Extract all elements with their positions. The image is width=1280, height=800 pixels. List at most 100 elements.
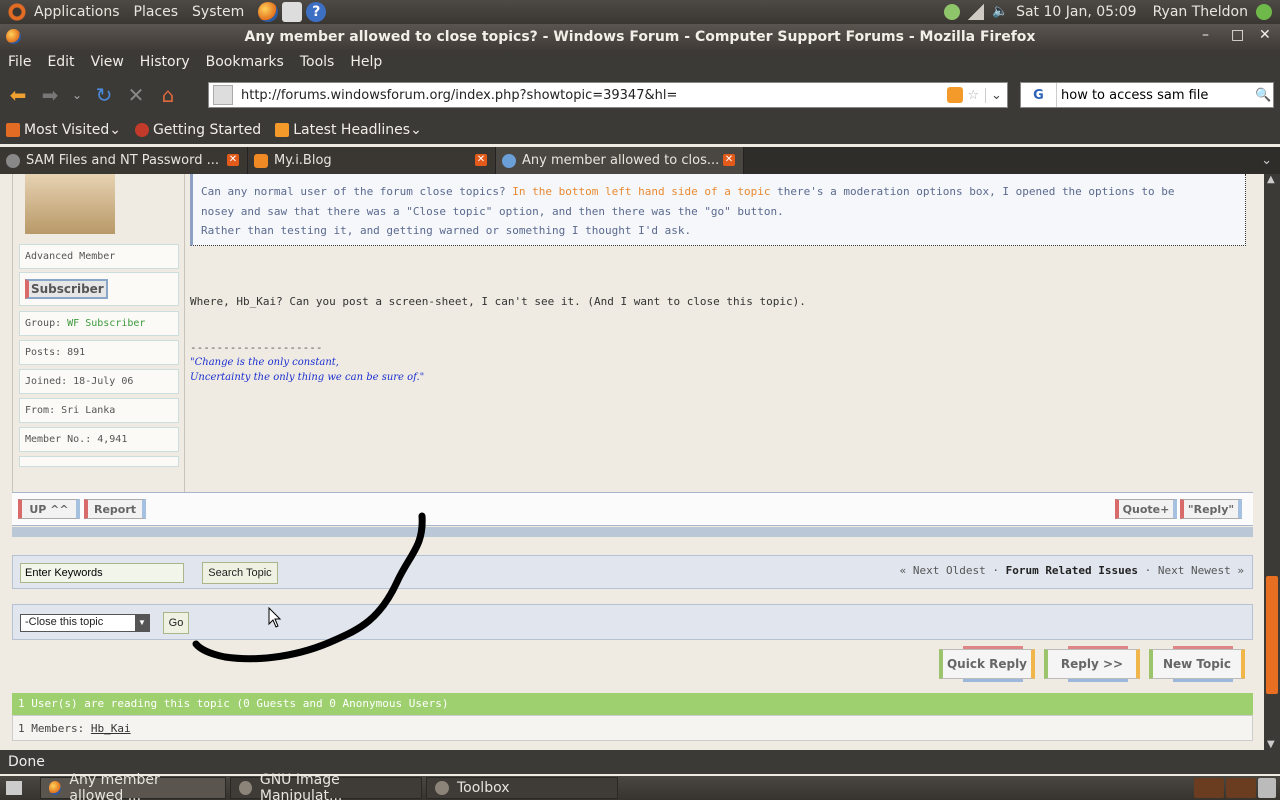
- next-newest-link[interactable]: Next Newest »: [1158, 564, 1244, 577]
- forum-link[interactable]: Forum Related Issues: [1006, 564, 1138, 577]
- url-input[interactable]: [241, 87, 948, 103]
- quote-block: Can any normal user of the forum close t…: [190, 174, 1246, 246]
- keywords-input[interactable]: [20, 563, 184, 583]
- task-gimp[interactable]: GNU Image Manipulat...: [230, 772, 422, 800]
- firefox-tray-icon-1[interactable]: [1194, 778, 1224, 798]
- url-bar[interactable]: ☆ ⌄: [208, 82, 1008, 108]
- members-row: 1 Members: Hb_Kai: [12, 715, 1253, 741]
- group-value[interactable]: WF Subscriber: [67, 318, 145, 329]
- close-window-icon[interactable]: ✕: [1259, 27, 1271, 43]
- network-icon[interactable]: [944, 4, 961, 20]
- user-name[interactable]: Ryan Theldon: [1153, 4, 1248, 20]
- signal-icon[interactable]: [968, 4, 985, 20]
- bookmark-most-visited[interactable]: Most Visited ⌄: [6, 122, 121, 138]
- history-dropdown-icon[interactable]: ⌄: [68, 81, 86, 109]
- trash-icon[interactable]: [1258, 778, 1276, 798]
- places-menu[interactable]: Places: [134, 4, 179, 20]
- menu-edit[interactable]: Edit: [47, 54, 74, 70]
- task-toolbox[interactable]: Toolbox: [426, 777, 618, 799]
- tab-close-icon[interactable]: ✕: [723, 154, 735, 166]
- navigation-toolbar: ⬅ ➡ ⌄ ↻ ✕ ⌂ ☆ ⌄ G 🔍: [0, 74, 1280, 116]
- system-menu[interactable]: System: [192, 4, 244, 20]
- quote-line-2: nosey and saw that there was a "Close to…: [201, 204, 784, 218]
- quick-reply-button[interactable]: Quick Reply: [939, 646, 1035, 682]
- scroll-down-icon[interactable]: ▼: [1267, 739, 1275, 750]
- tab-any-member[interactable]: Any member allowed to clos... ✕: [496, 147, 744, 174]
- url-dropdown-icon[interactable]: ⌄: [985, 87, 1007, 103]
- show-desktop-icon[interactable]: [6, 781, 22, 795]
- new-topic-button[interactable]: New Topic: [1149, 646, 1245, 682]
- rss-icon[interactable]: [947, 87, 964, 103]
- applications-menu[interactable]: Applications: [34, 4, 120, 20]
- site-identity-icon[interactable]: [213, 85, 233, 105]
- menu-bookmarks[interactable]: Bookmarks: [206, 54, 284, 70]
- quote-text: there's a moderation options box, I open…: [770, 185, 1175, 198]
- clock[interactable]: Sat 10 Jan, 05:09: [1016, 4, 1137, 20]
- tab-favicon-icon: [6, 153, 20, 168]
- minimize-icon[interactable]: –: [1202, 27, 1209, 43]
- forum-favicon-icon: [502, 153, 516, 168]
- tab-strip: SAM Files and NT Password ... ✕ My.i.Blo…: [0, 147, 1280, 174]
- member-link[interactable]: Hb_Kai: [91, 722, 131, 735]
- reload-icon[interactable]: ↻: [90, 81, 118, 109]
- subscriber-badge-box: Subscriber: [19, 272, 179, 306]
- bookmark-star-icon[interactable]: ☆: [967, 88, 979, 103]
- tab-close-icon[interactable]: ✕: [475, 154, 487, 166]
- task-firefox[interactable]: Any member allowed ...: [40, 772, 226, 800]
- mail-launcher-icon[interactable]: [282, 2, 303, 22]
- firefox-launcher-icon[interactable]: [258, 2, 279, 22]
- search-topic-row: Search Topic « Next Oldest · Forum Relat…: [12, 555, 1253, 589]
- ubuntu-logo-icon[interactable]: [6, 1, 28, 23]
- home-icon[interactable]: ⌂: [154, 81, 182, 109]
- firefox-tray-icon-2[interactable]: [1226, 778, 1256, 798]
- tab-myiblog[interactable]: My.i.Blog ✕: [248, 147, 496, 174]
- separator: ·: [1144, 564, 1152, 577]
- dropdown-arrow-icon[interactable]: ▼: [135, 615, 149, 631]
- tab-close-icon[interactable]: ✕: [227, 154, 239, 166]
- subscriber-badge: Subscriber: [25, 279, 108, 299]
- search-icon[interactable]: 🔍: [1255, 88, 1273, 103]
- bookmark-label: Latest Headlines: [293, 122, 411, 138]
- menu-file[interactable]: File: [8, 54, 31, 70]
- quote-highlight: In the bottom left hand side of a topic: [512, 185, 771, 198]
- search-topic-button[interactable]: Search Topic: [202, 562, 278, 584]
- help-launcher-icon[interactable]: ?: [306, 2, 327, 22]
- tab-list-icon[interactable]: ⌄: [1261, 153, 1272, 168]
- moderation-select[interactable]: -Close this topic ▼: [20, 614, 150, 632]
- menu-help[interactable]: Help: [350, 54, 382, 70]
- status-bar: Done: [0, 750, 1280, 774]
- menubar: File Edit View History Bookmarks Tools H…: [0, 50, 1280, 74]
- scrollbar-thumb[interactable]: [1266, 576, 1278, 694]
- maximize-icon[interactable]: □: [1231, 27, 1244, 43]
- search-input[interactable]: [1057, 87, 1255, 103]
- volume-icon[interactable]: 🔈: [992, 4, 1008, 20]
- search-engine-icon[interactable]: G: [1021, 83, 1057, 107]
- report-button[interactable]: Report: [84, 499, 146, 519]
- stop-icon[interactable]: ✕: [122, 81, 150, 109]
- forward-icon[interactable]: ➡: [36, 81, 64, 109]
- tab-sam-files[interactable]: SAM Files and NT Password ... ✕: [0, 147, 248, 174]
- firefox-window-icon[interactable]: [6, 29, 21, 44]
- back-icon[interactable]: ⬅: [4, 81, 32, 109]
- up-button[interactable]: UP ^^: [18, 499, 80, 519]
- moderation-selected: -Close this topic: [25, 616, 104, 628]
- members-label: 1 Members:: [18, 722, 85, 735]
- tab-label: Any member allowed to clos...: [522, 153, 720, 168]
- bookmark-latest-headlines[interactable]: Latest Headlines ⌄: [275, 122, 422, 138]
- reply-button[interactable]: "Reply": [1180, 499, 1242, 519]
- menu-tools[interactable]: Tools: [300, 54, 335, 70]
- next-oldest-link[interactable]: « Next Oldest: [900, 564, 986, 577]
- member-group: Group: WF Subscriber: [19, 311, 179, 336]
- go-button[interactable]: Go: [163, 612, 189, 634]
- vertical-scrollbar[interactable]: ▲ ▼: [1264, 174, 1280, 750]
- search-bar[interactable]: G 🔍: [1020, 82, 1274, 108]
- bookmark-getting-started[interactable]: Getting Started: [134, 122, 261, 138]
- scroll-up-icon[interactable]: ▲: [1267, 174, 1275, 185]
- menu-history[interactable]: History: [140, 54, 190, 70]
- topic-navigation: « Next Oldest · Forum Related Issues · N…: [900, 564, 1244, 577]
- tab-label: My.i.Blog: [274, 153, 332, 168]
- menu-view[interactable]: View: [91, 54, 124, 70]
- power-icon[interactable]: [1256, 4, 1272, 20]
- quote-button[interactable]: Quote+: [1115, 499, 1177, 519]
- add-reply-button[interactable]: Reply >>: [1044, 646, 1140, 682]
